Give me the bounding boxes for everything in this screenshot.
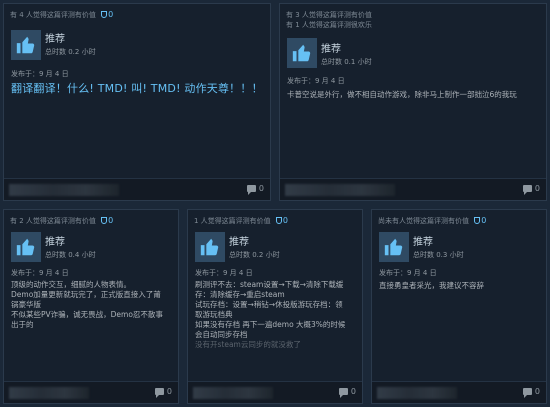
award-icon [101,217,108,224]
review-verdict: 推荐 [321,44,341,55]
thumbs-up-icon [11,232,41,262]
helpful-count: 有 2 人觉得这篇评测有价值 0 [10,216,114,226]
review-text: 顶级的动作交互，细腻的人物表情。 Demo加量更新就玩完了，正式版直接入了莆 锅… [11,280,163,329]
helpful-count: 有 4 人觉得这篇评测有价值 0 [10,10,114,20]
comments-link[interactable]: 0 [154,387,172,398]
playtime-hours: 总时数 0.4 小时 [45,251,96,259]
posted-date: 发布于：9 月 4 日 [287,77,345,85]
review-card: 有 3 人觉得这篇评测有价值 有 1 人觉得这篇评测很欢乐 推荐 总时数 0.1… [279,3,547,201]
comments-link[interactable]: 0 [338,387,356,398]
author-avatar[interactable] [285,184,395,196]
review-text: 翻译翻译！什么! TMD! 叫! TMD! 动作天尊！！！ [11,82,263,95]
text-fade [188,358,362,372]
playtime-hours: 总时数 0.3 小时 [413,251,464,259]
review-text: 卡普空说是外行，做不相自动作游戏，除非马上制作一部拙泣6的我玩 [287,90,517,99]
comment-icon [246,185,256,195]
award-button[interactable]: 0 [474,216,486,226]
award-button[interactable]: 0 [101,10,113,20]
review-footer: 0 [188,381,362,403]
author-avatar[interactable] [9,184,119,196]
comments-link[interactable]: 0 [522,387,540,398]
review-text: 刷测评不去：steam设置→下载→清除下载缓 存：清除缓存→重启steam 试玩… [195,280,346,349]
thumbs-up-icon [11,30,41,60]
review-footer: 0 [4,381,178,403]
helpful-count: 尚未有人觉得这篇评测有价值 0 [378,216,487,226]
review-card: 尚未有人觉得这篇评测有价值 0 推荐 总时数 0.3 小时 发布于：9 月 4 … [371,209,547,404]
review-card: 有 2 人觉得这篇评测有价值 0 推荐 总时数 0.4 小时 发布于：9 月 4… [3,209,179,404]
review-footer: 0 [4,178,270,200]
award-button[interactable]: 0 [275,216,288,226]
comments-link[interactable]: 0 [246,184,264,195]
review-footer: 0 [280,178,546,200]
playtime-hours: 总时数 0.2 小时 [45,48,96,56]
comment-icon [522,388,532,398]
award-icon [101,11,108,18]
review-verdict: 推荐 [45,237,65,248]
review-verdict: 推荐 [229,237,249,248]
author-avatar[interactable] [9,387,89,399]
comment-icon [522,185,532,195]
posted-date: 发布于：9 月 4 日 [11,70,69,78]
comment-icon [338,388,348,398]
helpful-count: 有 3 人觉得这篇评测有价值 有 1 人觉得这篇评测很欢乐 [286,11,372,29]
award-icon [275,217,282,224]
review-card: 1 人觉得这篇评测有价值 0 推荐 总时数 0.2 小时 发布于：9 月 4 日… [187,209,363,404]
review-footer: 0 [372,381,546,403]
author-avatar[interactable] [377,387,457,399]
thumbs-up-icon [287,38,317,68]
posted-date: 发布于：9 月 4 日 [195,269,253,277]
posted-date: 发布于：9 月 4 日 [379,269,437,277]
comments-link[interactable]: 0 [522,184,540,195]
award-icon [474,217,481,224]
helpful-count: 1 人觉得这篇评测有价值 0 [194,216,289,226]
playtime-hours: 总时数 0.2 小时 [229,251,280,259]
review-text: 直接勇皇者采光，我建议不容辞 [379,281,484,290]
review-card: 有 4 人觉得这篇评测有价值 0 推荐 总时数 0.2 小时 发布于：9 月 4… [3,3,271,201]
review-verdict: 推荐 [413,237,433,248]
thumbs-up-icon [379,232,409,262]
playtime-hours: 总时数 0.1 小时 [321,58,372,66]
author-avatar[interactable] [193,387,273,399]
posted-date: 发布于：9 月 4 日 [11,269,69,277]
award-button[interactable]: 0 [101,216,113,226]
thumbs-up-icon [195,232,225,262]
review-verdict: 推荐 [45,34,65,45]
comment-icon [154,388,164,398]
